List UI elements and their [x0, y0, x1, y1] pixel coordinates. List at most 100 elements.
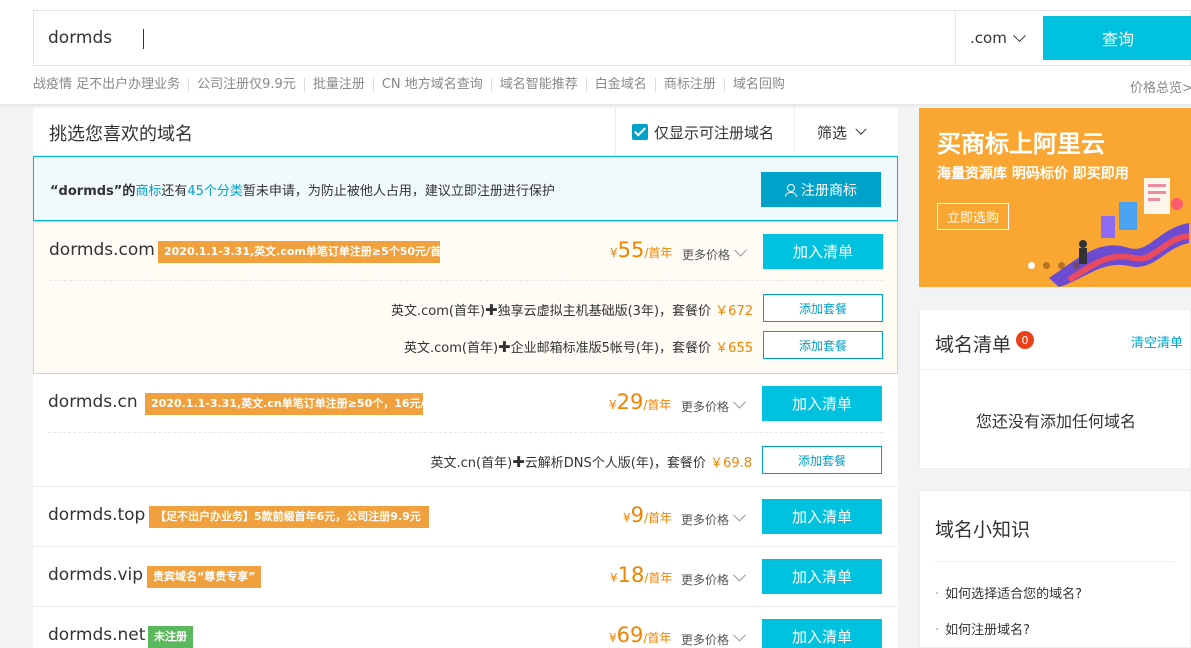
- cart-count-badge: 0: [1016, 331, 1034, 349]
- clear-cart-link[interactable]: 清空清单: [1131, 332, 1183, 351]
- tips-title: 域名小知识: [935, 519, 1031, 541]
- ad-buy-button[interactable]: 立即选购: [937, 203, 1009, 230]
- only-registrable-toggle[interactable]: 仅显示可注册域名: [615, 108, 795, 156]
- add-to-list-button[interactable]: 加入清单: [762, 386, 882, 421]
- ad-banner[interactable]: 买商标上阿里云 海量资源库 明码标价 即买即用 立即选购: [919, 108, 1191, 287]
- package-row: 英文.cn(首年)✚云解析DNS个人版(年)，套餐价 ￥69.8 添加套餐: [33, 445, 898, 475]
- status-badge: 未注册: [148, 626, 193, 648]
- promo-tag: 【足不出户办业务】5款前缀首年6元，公司注册9.9元: [149, 506, 429, 528]
- more-price-toggle[interactable]: 更多价格: [681, 508, 746, 528]
- divider: [48, 432, 883, 433]
- divider: [935, 561, 1175, 562]
- domain-name: dormds.vip: [48, 565, 144, 585]
- ad-illustration: [1049, 178, 1190, 287]
- carousel-dot[interactable]: [1058, 262, 1065, 269]
- promo-tag: 贵宾域名“尊贵专享”: [147, 566, 262, 588]
- promo-tag: 2020.1.1-3.31,英文.com单笔订单注册≥5个50元/首年: [158, 241, 440, 263]
- cart-empty-text: 您还没有添加任何域名: [975, 412, 1136, 431]
- chevron-down-icon: [855, 123, 867, 135]
- price: ¥69/首年: [609, 623, 672, 647]
- ad-title: 买商标上阿里云: [937, 130, 1105, 158]
- price: ¥9/首年: [623, 503, 673, 527]
- domain-name: dormds.com: [49, 240, 155, 260]
- domain-tips: 域名小知识 如何选择适合您的域名? 如何注册域名?: [919, 490, 1191, 648]
- chevron-down-icon: [733, 508, 746, 522]
- domain-name: dormds.net: [48, 625, 146, 645]
- domain-search-input[interactable]: [34, 11, 954, 65]
- tip-link[interactable]: 如何选择适合您的域名?: [935, 583, 1082, 602]
- price-overview-link[interactable]: 价格总览>: [1130, 77, 1191, 96]
- domain-row-main: dormds.com 2020.1.1-3.31,英文.com单笔订单注册≥5个…: [34, 222, 899, 280]
- domain-cart: 域名清单 0 清空清单 您还没有添加任何域名: [919, 309, 1191, 469]
- domain-row-vip: dormds.vip 贵宾域名“尊贵专享” ¥18/首年 更多价格 加入清单: [33, 547, 898, 607]
- promo-tag: 2020.1.1-3.31,英文.cn单笔订单注册≥50个，16元/首年: [145, 393, 423, 415]
- page-title: 挑选您喜欢的域名: [49, 124, 193, 145]
- carousel-dot[interactable]: [1043, 262, 1050, 269]
- domain-name: dormds.cn: [48, 392, 138, 412]
- trademark-link[interactable]: 商标: [135, 184, 161, 199]
- query-button[interactable]: 查询: [1043, 16, 1191, 60]
- package-row: 英文.com(首年)✚企业邮箱标准版5帐号(年)，套餐价 ￥655 添加套餐: [34, 330, 899, 360]
- price: ¥18/首年: [610, 563, 673, 587]
- quick-link[interactable]: 批量注册: [303, 78, 373, 92]
- search-box: .com 查询: [33, 10, 1191, 66]
- divider: [920, 369, 1191, 370]
- add-package-button[interactable]: 添加套餐: [763, 331, 883, 359]
- categories-link[interactable]: 45个分类: [187, 184, 243, 199]
- add-to-list-button[interactable]: 加入清单: [762, 619, 882, 648]
- quick-link[interactable]: 白金域名: [585, 78, 655, 92]
- add-package-button[interactable]: 添加套餐: [762, 446, 882, 474]
- register-trademark-label: 注册商标: [801, 182, 857, 199]
- add-to-list-button[interactable]: 加入清单: [763, 234, 883, 269]
- checkbox-checked-icon[interactable]: [632, 124, 648, 140]
- divider: [49, 280, 884, 281]
- quick-link[interactable]: 商标注册: [654, 78, 724, 92]
- package-text: 英文.com(首年)✚独享云虚拟主机基础版(3年)，套餐价 ￥672: [390, 301, 753, 319]
- tip-link[interactable]: 如何注册域名?: [935, 619, 1030, 638]
- suffix-dropdown[interactable]: .com: [955, 11, 1043, 65]
- domain-row-main: dormds.top 【足不出户办业务】5款前缀首年6元，公司注册9.9元 ¥9…: [33, 487, 898, 545]
- domain-results-panel: 挑选您喜欢的域名 仅显示可注册域名 筛选 “dormds”的商标还有45个分类暂…: [33, 108, 898, 648]
- filter-label: 筛选: [817, 123, 848, 142]
- add-package-button[interactable]: 添加套餐: [763, 294, 883, 322]
- chevron-down-icon: [733, 395, 746, 409]
- quick-link[interactable]: CN 地方域名查询: [372, 78, 491, 92]
- domain-row-com: dormds.com 2020.1.1-3.31,英文.com单笔订单注册≥5个…: [33, 221, 898, 374]
- package-row: 英文.com(首年)✚独享云虚拟主机基础版(3年)，套餐价 ￥672 添加套餐: [34, 293, 899, 323]
- only-registrable-label: 仅显示可注册域名: [654, 123, 775, 142]
- filter-dropdown[interactable]: 筛选: [817, 108, 867, 156]
- package-text: 英文.cn(首年)✚云解析DNS个人版(年)，套餐价 ￥69.8: [430, 453, 752, 471]
- carousel-dots: [1028, 262, 1080, 269]
- domain-row-top: dormds.top 【足不出户办业务】5款前缀首年6元，公司注册9.9元 ¥9…: [33, 487, 898, 547]
- package-text: 英文.com(首年)✚企业邮箱标准版5帐号(年)，套餐价 ￥655: [403, 338, 753, 356]
- user-icon: [785, 183, 797, 197]
- carousel-dot[interactable]: [1028, 262, 1035, 269]
- quick-links: 战疫情 足不出户办理业务 公司注册仅9.9元 批量注册 CN 地方域名查询 域名…: [33, 76, 793, 94]
- more-price-toggle[interactable]: 更多价格: [682, 243, 747, 263]
- chevron-down-icon: [733, 628, 746, 642]
- quick-link[interactable]: 域名回购: [723, 78, 793, 92]
- domain-row-cn: dormds.cn 2020.1.1-3.31,英文.cn单笔订单注册≥50个，…: [33, 374, 898, 487]
- more-price-toggle[interactable]: 更多价格: [681, 395, 746, 415]
- results-header: 挑选您喜欢的域名 仅显示可注册域名 筛选: [33, 108, 898, 156]
- domain-row-main: dormds.vip 贵宾域名“尊贵专享” ¥18/首年 更多价格 加入清单: [33, 547, 898, 605]
- register-trademark-button[interactable]: 注册商标: [761, 172, 881, 207]
- domain-row-net: dormds.net 未注册 ¥69/首年 更多价格 加入清单: [33, 607, 898, 648]
- add-to-list-button[interactable]: 加入清单: [762, 559, 882, 594]
- quick-link[interactable]: 域名智能推荐: [490, 78, 586, 92]
- chevron-down-icon: [734, 243, 747, 257]
- quick-link[interactable]: 公司注册仅9.9元: [188, 78, 304, 92]
- domain-row-main: dormds.cn 2020.1.1-3.31,英文.cn单笔订单注册≥50个，…: [33, 374, 898, 432]
- search-header: .com 查询 战疫情 足不出户办理业务 公司注册仅9.9元 批量注册 CN 地…: [0, 0, 1191, 104]
- text-caret: [143, 29, 144, 49]
- quick-link[interactable]: 战疫情 足不出户办理业务: [33, 78, 188, 92]
- notice-text: “dormds”的商标还有45个分类暂未申请，为防止被他人占用，建议立即注册进行…: [50, 184, 555, 199]
- domain-row-main: dormds.net 未注册 ¥69/首年 更多价格 加入清单: [33, 607, 898, 648]
- price: ¥29/首年: [609, 390, 672, 414]
- suffix-value: .com: [970, 29, 1007, 47]
- carousel-dot[interactable]: [1073, 262, 1080, 269]
- more-price-toggle[interactable]: 更多价格: [681, 568, 746, 588]
- notice-keyword: dormds: [58, 184, 114, 199]
- more-price-toggle[interactable]: 更多价格: [681, 628, 746, 648]
- add-to-list-button[interactable]: 加入清单: [762, 499, 882, 534]
